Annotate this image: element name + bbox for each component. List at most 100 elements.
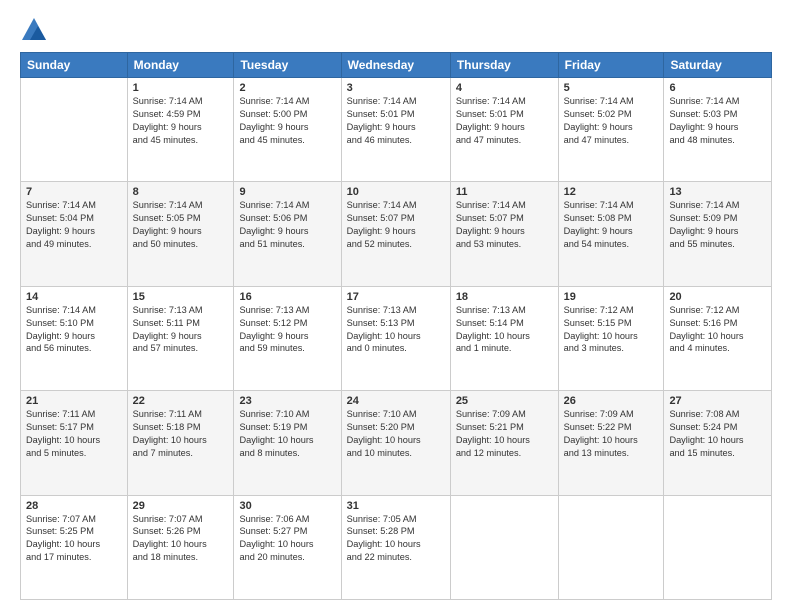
calendar-cell (450, 495, 558, 599)
day-info: Sunrise: 7:13 AM Sunset: 5:14 PM Dayligh… (456, 304, 553, 356)
calendar-cell: 31Sunrise: 7:05 AM Sunset: 5:28 PM Dayli… (341, 495, 450, 599)
day-number: 7 (26, 186, 122, 198)
calendar-table: SundayMondayTuesdayWednesdayThursdayFrid… (20, 52, 772, 600)
day-number: 27 (669, 395, 766, 407)
day-info: Sunrise: 7:14 AM Sunset: 5:10 PM Dayligh… (26, 304, 122, 356)
day-number: 5 (564, 82, 659, 94)
day-number: 17 (347, 291, 445, 303)
calendar-cell: 29Sunrise: 7:07 AM Sunset: 5:26 PM Dayli… (127, 495, 234, 599)
calendar-cell (21, 78, 128, 182)
day-info: Sunrise: 7:05 AM Sunset: 5:28 PM Dayligh… (347, 513, 445, 565)
calendar-cell: 3Sunrise: 7:14 AM Sunset: 5:01 PM Daylig… (341, 78, 450, 182)
weekday-header-wednesday: Wednesday (341, 53, 450, 78)
calendar-cell: 25Sunrise: 7:09 AM Sunset: 5:21 PM Dayli… (450, 391, 558, 495)
day-number: 21 (26, 395, 122, 407)
day-info: Sunrise: 7:08 AM Sunset: 5:24 PM Dayligh… (669, 408, 766, 460)
calendar-cell: 5Sunrise: 7:14 AM Sunset: 5:02 PM Daylig… (558, 78, 664, 182)
day-info: Sunrise: 7:14 AM Sunset: 5:05 PM Dayligh… (133, 199, 229, 251)
calendar-body: 1Sunrise: 7:14 AM Sunset: 4:59 PM Daylig… (21, 78, 772, 600)
day-info: Sunrise: 7:13 AM Sunset: 5:11 PM Dayligh… (133, 304, 229, 356)
day-info: Sunrise: 7:14 AM Sunset: 5:02 PM Dayligh… (564, 95, 659, 147)
logo (20, 16, 52, 44)
weekday-header-monday: Monday (127, 53, 234, 78)
day-info: Sunrise: 7:11 AM Sunset: 5:17 PM Dayligh… (26, 408, 122, 460)
day-info: Sunrise: 7:12 AM Sunset: 5:15 PM Dayligh… (564, 304, 659, 356)
calendar-cell (558, 495, 664, 599)
day-number: 4 (456, 82, 553, 94)
calendar-cell: 28Sunrise: 7:07 AM Sunset: 5:25 PM Dayli… (21, 495, 128, 599)
calendar-cell: 30Sunrise: 7:06 AM Sunset: 5:27 PM Dayli… (234, 495, 341, 599)
calendar-cell: 12Sunrise: 7:14 AM Sunset: 5:08 PM Dayli… (558, 182, 664, 286)
day-info: Sunrise: 7:10 AM Sunset: 5:20 PM Dayligh… (347, 408, 445, 460)
day-info: Sunrise: 7:14 AM Sunset: 5:01 PM Dayligh… (347, 95, 445, 147)
day-info: Sunrise: 7:07 AM Sunset: 5:26 PM Dayligh… (133, 513, 229, 565)
calendar-cell: 9Sunrise: 7:14 AM Sunset: 5:06 PM Daylig… (234, 182, 341, 286)
calendar-cell: 27Sunrise: 7:08 AM Sunset: 5:24 PM Dayli… (664, 391, 772, 495)
day-info: Sunrise: 7:13 AM Sunset: 5:13 PM Dayligh… (347, 304, 445, 356)
calendar-cell: 19Sunrise: 7:12 AM Sunset: 5:15 PM Dayli… (558, 286, 664, 390)
calendar-cell: 1Sunrise: 7:14 AM Sunset: 4:59 PM Daylig… (127, 78, 234, 182)
day-number: 14 (26, 291, 122, 303)
calendar-header: SundayMondayTuesdayWednesdayThursdayFrid… (21, 53, 772, 78)
week-row-3: 14Sunrise: 7:14 AM Sunset: 5:10 PM Dayli… (21, 286, 772, 390)
day-number: 30 (239, 500, 335, 512)
calendar-cell: 6Sunrise: 7:14 AM Sunset: 5:03 PM Daylig… (664, 78, 772, 182)
day-number: 8 (133, 186, 229, 198)
week-row-1: 1Sunrise: 7:14 AM Sunset: 4:59 PM Daylig… (21, 78, 772, 182)
day-info: Sunrise: 7:14 AM Sunset: 5:07 PM Dayligh… (456, 199, 553, 251)
day-number: 12 (564, 186, 659, 198)
week-row-4: 21Sunrise: 7:11 AM Sunset: 5:17 PM Dayli… (21, 391, 772, 495)
day-info: Sunrise: 7:10 AM Sunset: 5:19 PM Dayligh… (239, 408, 335, 460)
weekday-header-friday: Friday (558, 53, 664, 78)
day-number: 20 (669, 291, 766, 303)
calendar-cell: 8Sunrise: 7:14 AM Sunset: 5:05 PM Daylig… (127, 182, 234, 286)
calendar-cell: 15Sunrise: 7:13 AM Sunset: 5:11 PM Dayli… (127, 286, 234, 390)
day-info: Sunrise: 7:14 AM Sunset: 5:01 PM Dayligh… (456, 95, 553, 147)
calendar-cell: 16Sunrise: 7:13 AM Sunset: 5:12 PM Dayli… (234, 286, 341, 390)
day-info: Sunrise: 7:13 AM Sunset: 5:12 PM Dayligh… (239, 304, 335, 356)
logo-icon (20, 16, 48, 44)
day-info: Sunrise: 7:09 AM Sunset: 5:22 PM Dayligh… (564, 408, 659, 460)
day-number: 19 (564, 291, 659, 303)
week-row-2: 7Sunrise: 7:14 AM Sunset: 5:04 PM Daylig… (21, 182, 772, 286)
day-number: 10 (347, 186, 445, 198)
day-number: 23 (239, 395, 335, 407)
day-info: Sunrise: 7:09 AM Sunset: 5:21 PM Dayligh… (456, 408, 553, 460)
calendar-cell: 22Sunrise: 7:11 AM Sunset: 5:18 PM Dayli… (127, 391, 234, 495)
weekday-header-sunday: Sunday (21, 53, 128, 78)
calendar-cell: 20Sunrise: 7:12 AM Sunset: 5:16 PM Dayli… (664, 286, 772, 390)
day-number: 25 (456, 395, 553, 407)
calendar-cell: 2Sunrise: 7:14 AM Sunset: 5:00 PM Daylig… (234, 78, 341, 182)
day-info: Sunrise: 7:14 AM Sunset: 5:04 PM Dayligh… (26, 199, 122, 251)
calendar-cell: 11Sunrise: 7:14 AM Sunset: 5:07 PM Dayli… (450, 182, 558, 286)
day-number: 2 (239, 82, 335, 94)
day-number: 29 (133, 500, 229, 512)
day-number: 9 (239, 186, 335, 198)
calendar-cell: 17Sunrise: 7:13 AM Sunset: 5:13 PM Dayli… (341, 286, 450, 390)
calendar-cell: 13Sunrise: 7:14 AM Sunset: 5:09 PM Dayli… (664, 182, 772, 286)
day-number: 16 (239, 291, 335, 303)
calendar-cell: 18Sunrise: 7:13 AM Sunset: 5:14 PM Dayli… (450, 286, 558, 390)
calendar-cell: 10Sunrise: 7:14 AM Sunset: 5:07 PM Dayli… (341, 182, 450, 286)
day-number: 15 (133, 291, 229, 303)
day-number: 3 (347, 82, 445, 94)
calendar-page: SundayMondayTuesdayWednesdayThursdayFrid… (0, 0, 792, 612)
weekday-row: SundayMondayTuesdayWednesdayThursdayFrid… (21, 53, 772, 78)
day-number: 28 (26, 500, 122, 512)
day-info: Sunrise: 7:14 AM Sunset: 5:07 PM Dayligh… (347, 199, 445, 251)
day-info: Sunrise: 7:07 AM Sunset: 5:25 PM Dayligh… (26, 513, 122, 565)
day-number: 22 (133, 395, 229, 407)
day-number: 13 (669, 186, 766, 198)
day-number: 31 (347, 500, 445, 512)
day-info: Sunrise: 7:11 AM Sunset: 5:18 PM Dayligh… (133, 408, 229, 460)
week-row-5: 28Sunrise: 7:07 AM Sunset: 5:25 PM Dayli… (21, 495, 772, 599)
calendar-cell: 26Sunrise: 7:09 AM Sunset: 5:22 PM Dayli… (558, 391, 664, 495)
day-info: Sunrise: 7:06 AM Sunset: 5:27 PM Dayligh… (239, 513, 335, 565)
calendar-cell: 14Sunrise: 7:14 AM Sunset: 5:10 PM Dayli… (21, 286, 128, 390)
day-info: Sunrise: 7:12 AM Sunset: 5:16 PM Dayligh… (669, 304, 766, 356)
weekday-header-tuesday: Tuesday (234, 53, 341, 78)
day-number: 6 (669, 82, 766, 94)
calendar-cell: 7Sunrise: 7:14 AM Sunset: 5:04 PM Daylig… (21, 182, 128, 286)
day-info: Sunrise: 7:14 AM Sunset: 5:00 PM Dayligh… (239, 95, 335, 147)
day-number: 26 (564, 395, 659, 407)
